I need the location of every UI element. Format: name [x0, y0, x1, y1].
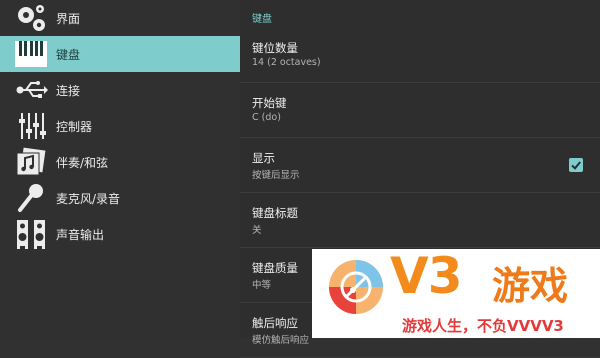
- setting-keyboard-title[interactable]: 键盘标题 关: [240, 193, 600, 248]
- ad-slogan: 游戏人生，不负VVVV3: [402, 317, 564, 335]
- section-title: 键盘: [252, 14, 272, 25]
- piano-keys-icon: [14, 39, 48, 69]
- sidebar-item-interface[interactable]: 界面: [0, 0, 240, 36]
- check-icon: [571, 161, 581, 170]
- setting-value: C (do): [252, 112, 281, 123]
- setting-value: 关: [252, 225, 262, 236]
- setting-value: 中等: [252, 280, 272, 291]
- setting-start-key[interactable]: 开始键 C (do): [240, 83, 600, 138]
- setting-value: 14 (2 octaves): [252, 57, 321, 68]
- sidebar: 界面 键盘 连接 控制器 伴奏/和弦 麦克风/录音 声音输出: [0, 0, 240, 338]
- setting-title: 键盘质量: [252, 261, 298, 275]
- sidebar-item-sound-output[interactable]: 声音输出: [0, 216, 240, 252]
- display-checkbox[interactable]: [569, 158, 583, 172]
- sidebar-item-label: 麦克风/录音: [56, 191, 121, 206]
- sidebar-item-label: 控制器: [56, 119, 93, 134]
- ad-brand: V3: [390, 249, 462, 305]
- setting-title: 显示: [252, 151, 275, 165]
- setting-key-count[interactable]: 键位数量 14 (2 octaves): [240, 28, 600, 83]
- sidebar-item-accompaniment[interactable]: 伴奏/和弦: [0, 144, 240, 180]
- setting-display[interactable]: 显示 按键后显示: [240, 138, 600, 193]
- setting-title: 触后响应: [252, 316, 298, 330]
- usb-icon: [14, 75, 48, 105]
- sidebar-item-label: 连接: [56, 83, 81, 98]
- sidebar-item-connection[interactable]: 连接: [0, 72, 240, 108]
- ad-brand-cn: 游戏: [492, 264, 569, 308]
- music-note-icon: [14, 147, 48, 177]
- setting-value: 模仿触后响应: [252, 335, 310, 346]
- sidebar-item-controller[interactable]: 控制器: [0, 108, 240, 144]
- sidebar-item-label: 伴奏/和弦: [56, 155, 109, 170]
- setting-value: 按键后显示: [252, 170, 300, 181]
- watermark-banner: V3 游戏 游戏人生，不负VVVV3: [312, 249, 600, 338]
- sliders-icon: [14, 111, 48, 141]
- speakers-icon: [14, 219, 48, 249]
- sidebar-item-label: 界面: [56, 11, 81, 26]
- setting-title: 键位数量: [252, 41, 298, 55]
- sidebar-item-label: 键盘: [56, 47, 81, 62]
- v3-logo-icon: [329, 260, 383, 314]
- sidebar-item-microphone[interactable]: 麦克风/录音: [0, 180, 240, 216]
- microphone-icon: [14, 183, 48, 213]
- sidebar-item-label: 声音输出: [56, 227, 105, 242]
- sidebar-item-keyboard[interactable]: 键盘: [0, 36, 240, 72]
- gears-icon: [14, 3, 48, 33]
- setting-title: 开始键: [252, 96, 287, 110]
- setting-title: 键盘标题: [252, 206, 298, 220]
